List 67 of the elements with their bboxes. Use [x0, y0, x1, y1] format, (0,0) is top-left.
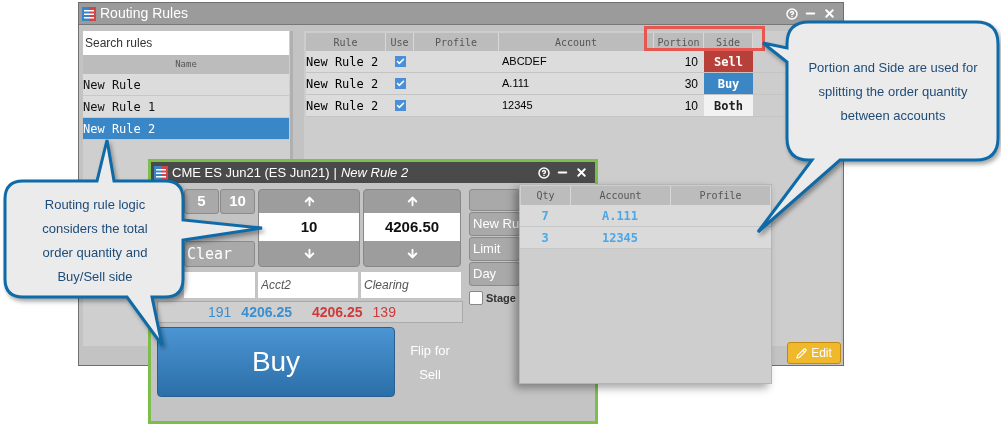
close-icon[interactable]	[575, 166, 588, 179]
quantity-button[interactable]: 10	[220, 189, 255, 214]
value-field[interactable]: 4206.50	[364, 213, 460, 241]
side-cell: Buy	[704, 73, 753, 94]
account-field[interactable]: Clearing	[361, 272, 461, 298]
up-arrow-icon	[405, 195, 419, 208]
up-arrow-icon	[302, 195, 316, 208]
window-title: CME ES Jun21 (ES Jun21)	[172, 163, 330, 182]
table-cell: ABCDEF	[499, 51, 654, 72]
help-icon[interactable]	[538, 166, 550, 179]
rule-name: New Rule 2	[340, 163, 409, 182]
column-header: Rule	[306, 33, 386, 51]
clear-button[interactable]: Clear	[184, 241, 255, 267]
column-header: Qty	[521, 186, 571, 205]
app-icon	[154, 165, 168, 180]
use-checkbox[interactable]	[394, 56, 406, 67]
account-field[interactable]: Acct2	[258, 272, 358, 298]
order-option-button[interactable]: Limit	[469, 237, 520, 261]
value-field[interactable]: 10	[259, 213, 359, 241]
window-title: Routing Rules	[100, 4, 188, 23]
down-arrow-icon	[405, 246, 419, 260]
order-option-button[interactable]: Day	[469, 262, 520, 286]
column-header: Account	[571, 186, 671, 205]
bid-size: 191	[208, 302, 232, 322]
column-header: Use	[386, 33, 414, 51]
table-cell: New Rule 2	[306, 95, 386, 116]
title-separator: |	[333, 163, 337, 182]
table-cell: New Rule 2	[306, 51, 386, 72]
search-field[interactable]: Search rules	[83, 31, 289, 55]
side-cell: Sell	[704, 51, 753, 72]
use-checkbox[interactable]	[394, 78, 406, 89]
app-icon	[82, 6, 96, 21]
table-cell-text: A.111	[600, 207, 640, 225]
account-field[interactable]	[184, 272, 255, 298]
order-option-button[interactable]: New Ru	[469, 212, 520, 236]
edit-button[interactable]: Edit	[787, 342, 841, 364]
table-cell: New Rule 2	[306, 73, 386, 94]
column-header: Name	[83, 55, 289, 74]
table-cell: A.111	[499, 73, 654, 94]
bid-price: 4206.25	[241, 302, 292, 322]
ask-size: 139	[372, 302, 396, 322]
down-arrow-icon	[302, 246, 316, 260]
column-header: Account	[499, 33, 654, 51]
rule-item[interactable]: New Rule 2	[83, 118, 289, 140]
column-header: Profile	[414, 33, 499, 51]
table-cell: 10	[654, 51, 704, 72]
rule-item[interactable]: New Rule 1	[83, 96, 289, 118]
table-cell: 12345	[499, 95, 654, 116]
rule-item[interactable]: New Rule	[83, 74, 289, 96]
stage-label: Stage	[486, 291, 516, 306]
table-cell-text: 3	[540, 229, 550, 247]
buy-button[interactable]: Buy	[157, 327, 395, 397]
quantity-button[interactable]: 5	[184, 189, 219, 214]
stage-checkbox[interactable]	[469, 291, 483, 306]
pencil-icon	[796, 347, 808, 359]
callout-text: Routing rule logic considers the total order quantity and Buy/Sell side	[41, 196, 149, 286]
side-cell: Both	[704, 95, 753, 116]
flip-label[interactable]: Flip for Sell	[405, 327, 455, 397]
table-cell: 30	[654, 73, 704, 94]
table-cell: 10	[654, 95, 704, 116]
ask-price: 4206.25	[311, 302, 363, 322]
table-cell-text: 7	[540, 207, 550, 225]
callout-text: Portion and Side are used for splitting the order quantity between accounts	[807, 59, 979, 125]
column-header: Profile	[671, 186, 771, 205]
order-option-button[interactable]	[469, 189, 520, 211]
table-cell-text: 12345	[600, 229, 640, 247]
use-checkbox[interactable]	[394, 100, 406, 111]
